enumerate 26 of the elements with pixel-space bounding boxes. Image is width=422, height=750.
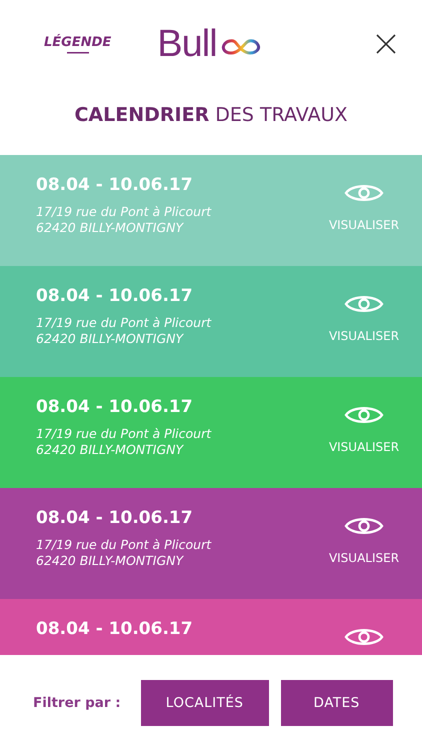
filter-button[interactable]: LOCALITÉS	[140, 680, 269, 726]
date-range: 08.04 - 10.06.17	[36, 175, 194, 195]
filter-button[interactable]: DATES	[280, 680, 393, 726]
address-line: 62420 BILLY-MONTIGNY	[36, 220, 185, 236]
work-card[interactable]: 08.04 - 10.06.17 17/19 rue du Pont à Plicourt 62420 BILLY-MONTIGNY VISUALISER	[0, 488, 422, 599]
address-line: 17/19 rue du Pont à Plicourt	[36, 204, 212, 220]
address-line: 17/19 rue du Pont à Plicourt	[36, 315, 212, 331]
date-range: 08.04 - 10.06.17	[36, 619, 194, 639]
date-range: 08.04 - 10.06.17	[36, 286, 194, 306]
address-line: 17/19 rue du Pont à Plicourt	[36, 426, 212, 442]
address-line: 17/19 rue du Pont à Plicourt	[36, 537, 212, 553]
legend-link[interactable]: LÉGENDE	[44, 34, 112, 54]
page-title: CALENDRIER DES TRAVAUX	[73, 104, 349, 126]
date-range: 08.04 - 10.06.17	[36, 508, 194, 528]
work-card[interactable]: 08.04 - 10.06.17 17/19 rue du Pont à Plicourt 62420 BILLY-MONTIGNY VISUALISER	[0, 266, 422, 377]
view-link[interactable]: VISUALISER	[328, 551, 400, 565]
address-line: 62420 BILLY-MONTIGNY	[36, 331, 185, 347]
view-link[interactable]: VISUALISER	[328, 329, 400, 343]
work-card[interactable]: 08.04 - 10.06.17 17/19 rue du Pont à Plicourt 62420 BILLY-MONTIGNY VISUALISER	[0, 377, 422, 488]
filter-label: Filtrer par :	[33, 694, 121, 710]
address-line: 62420 BILLY-MONTIGNY	[36, 442, 185, 458]
address-line: 62420 BILLY-MONTIGNY	[36, 553, 185, 569]
date-range: 08.04 - 10.06.17	[36, 397, 194, 417]
logo-text: Bull	[157, 25, 217, 63]
work-card[interactable]: 08.04 - 10.06.17	[0, 599, 422, 655]
view-link[interactable]: VISUALISER	[328, 440, 400, 454]
